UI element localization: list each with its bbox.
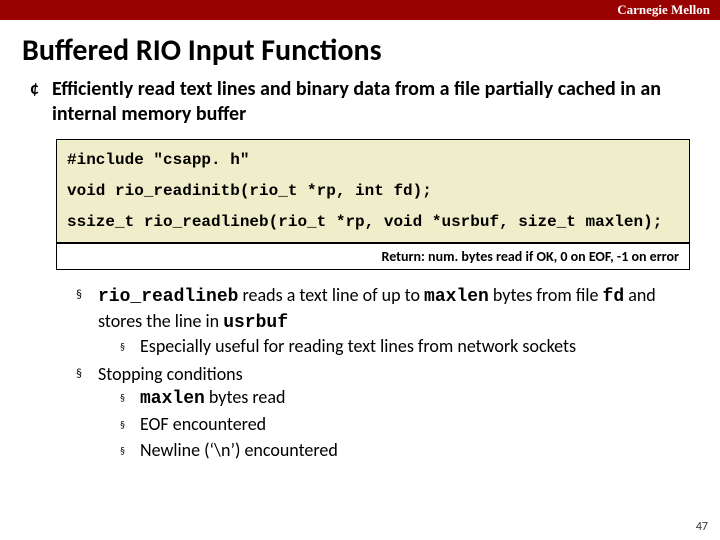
- bullet-marker: ¢: [26, 77, 52, 127]
- text-fragment: bytes from file: [489, 284, 603, 306]
- list-item: § Newline (‘\n’) encountered: [120, 439, 694, 462]
- list-item-body: rio_readlineb reads a text line of up to…: [98, 284, 694, 360]
- detail-list: § rio_readlineb reads a text line of up …: [76, 284, 694, 464]
- code-token: fd: [603, 287, 625, 307]
- list-item: § maxlen bytes read: [120, 386, 694, 411]
- intro-text: Efficiently read text lines and binary d…: [52, 77, 694, 127]
- list-item: § rio_readlineb reads a text line of up …: [76, 284, 694, 360]
- slide-header: Carnegie Mellon: [0, 0, 720, 20]
- slide-title: Buffered RIO Input Functions: [0, 20, 720, 77]
- nested-list: § maxlen bytes read § EOF encountered § …: [120, 386, 694, 462]
- list-item-text: Stopping conditions: [98, 363, 243, 385]
- page-number: 47: [696, 520, 708, 534]
- square-bullet-icon: §: [120, 335, 140, 358]
- code-token: maxlen: [140, 389, 205, 409]
- square-bullet-icon: §: [120, 413, 140, 436]
- list-item: § Especially useful for reading text lin…: [120, 335, 694, 358]
- list-item-text: maxlen bytes read: [140, 386, 694, 411]
- slide-body: ¢ Efficiently read text lines and binary…: [0, 77, 720, 464]
- list-item: § EOF encountered: [120, 413, 694, 436]
- code-token: rio_readlineb: [98, 287, 238, 307]
- square-bullet-icon: §: [120, 439, 140, 462]
- list-item: § Stopping conditions § maxlen bytes rea…: [76, 363, 694, 465]
- nested-list: § Especially useful for reading text lin…: [120, 335, 694, 358]
- list-item-text: EOF encountered: [140, 413, 694, 436]
- text-fragment: bytes read: [205, 386, 286, 408]
- square-bullet-icon: §: [76, 284, 98, 360]
- code-token: usrbuf: [223, 313, 288, 333]
- list-item-text: Newline (‘\n’) encountered: [140, 439, 694, 462]
- code-line: void rio_readinitb(rio_t *rp, int fd);: [67, 179, 679, 204]
- code-token: maxlen: [424, 287, 489, 307]
- list-item-body: Stopping conditions § maxlen bytes read …: [98, 363, 694, 465]
- return-note: Return: num. bytes read if OK, 0 on EOF,…: [56, 243, 690, 270]
- intro-bullet: ¢ Efficiently read text lines and binary…: [26, 77, 694, 127]
- brand-label: Carnegie Mellon: [617, 2, 710, 17]
- code-line: #include "csapp. h": [67, 148, 679, 173]
- square-bullet-icon: §: [120, 386, 140, 411]
- code-line: ssize_t rio_readlineb(rio_t *rp, void *u…: [67, 210, 679, 235]
- list-item-text: Especially useful for reading text lines…: [140, 335, 694, 358]
- text-fragment: reads a text line of up to: [238, 284, 424, 306]
- code-block: #include "csapp. h" void rio_readinitb(r…: [56, 139, 690, 243]
- square-bullet-icon: §: [76, 363, 98, 465]
